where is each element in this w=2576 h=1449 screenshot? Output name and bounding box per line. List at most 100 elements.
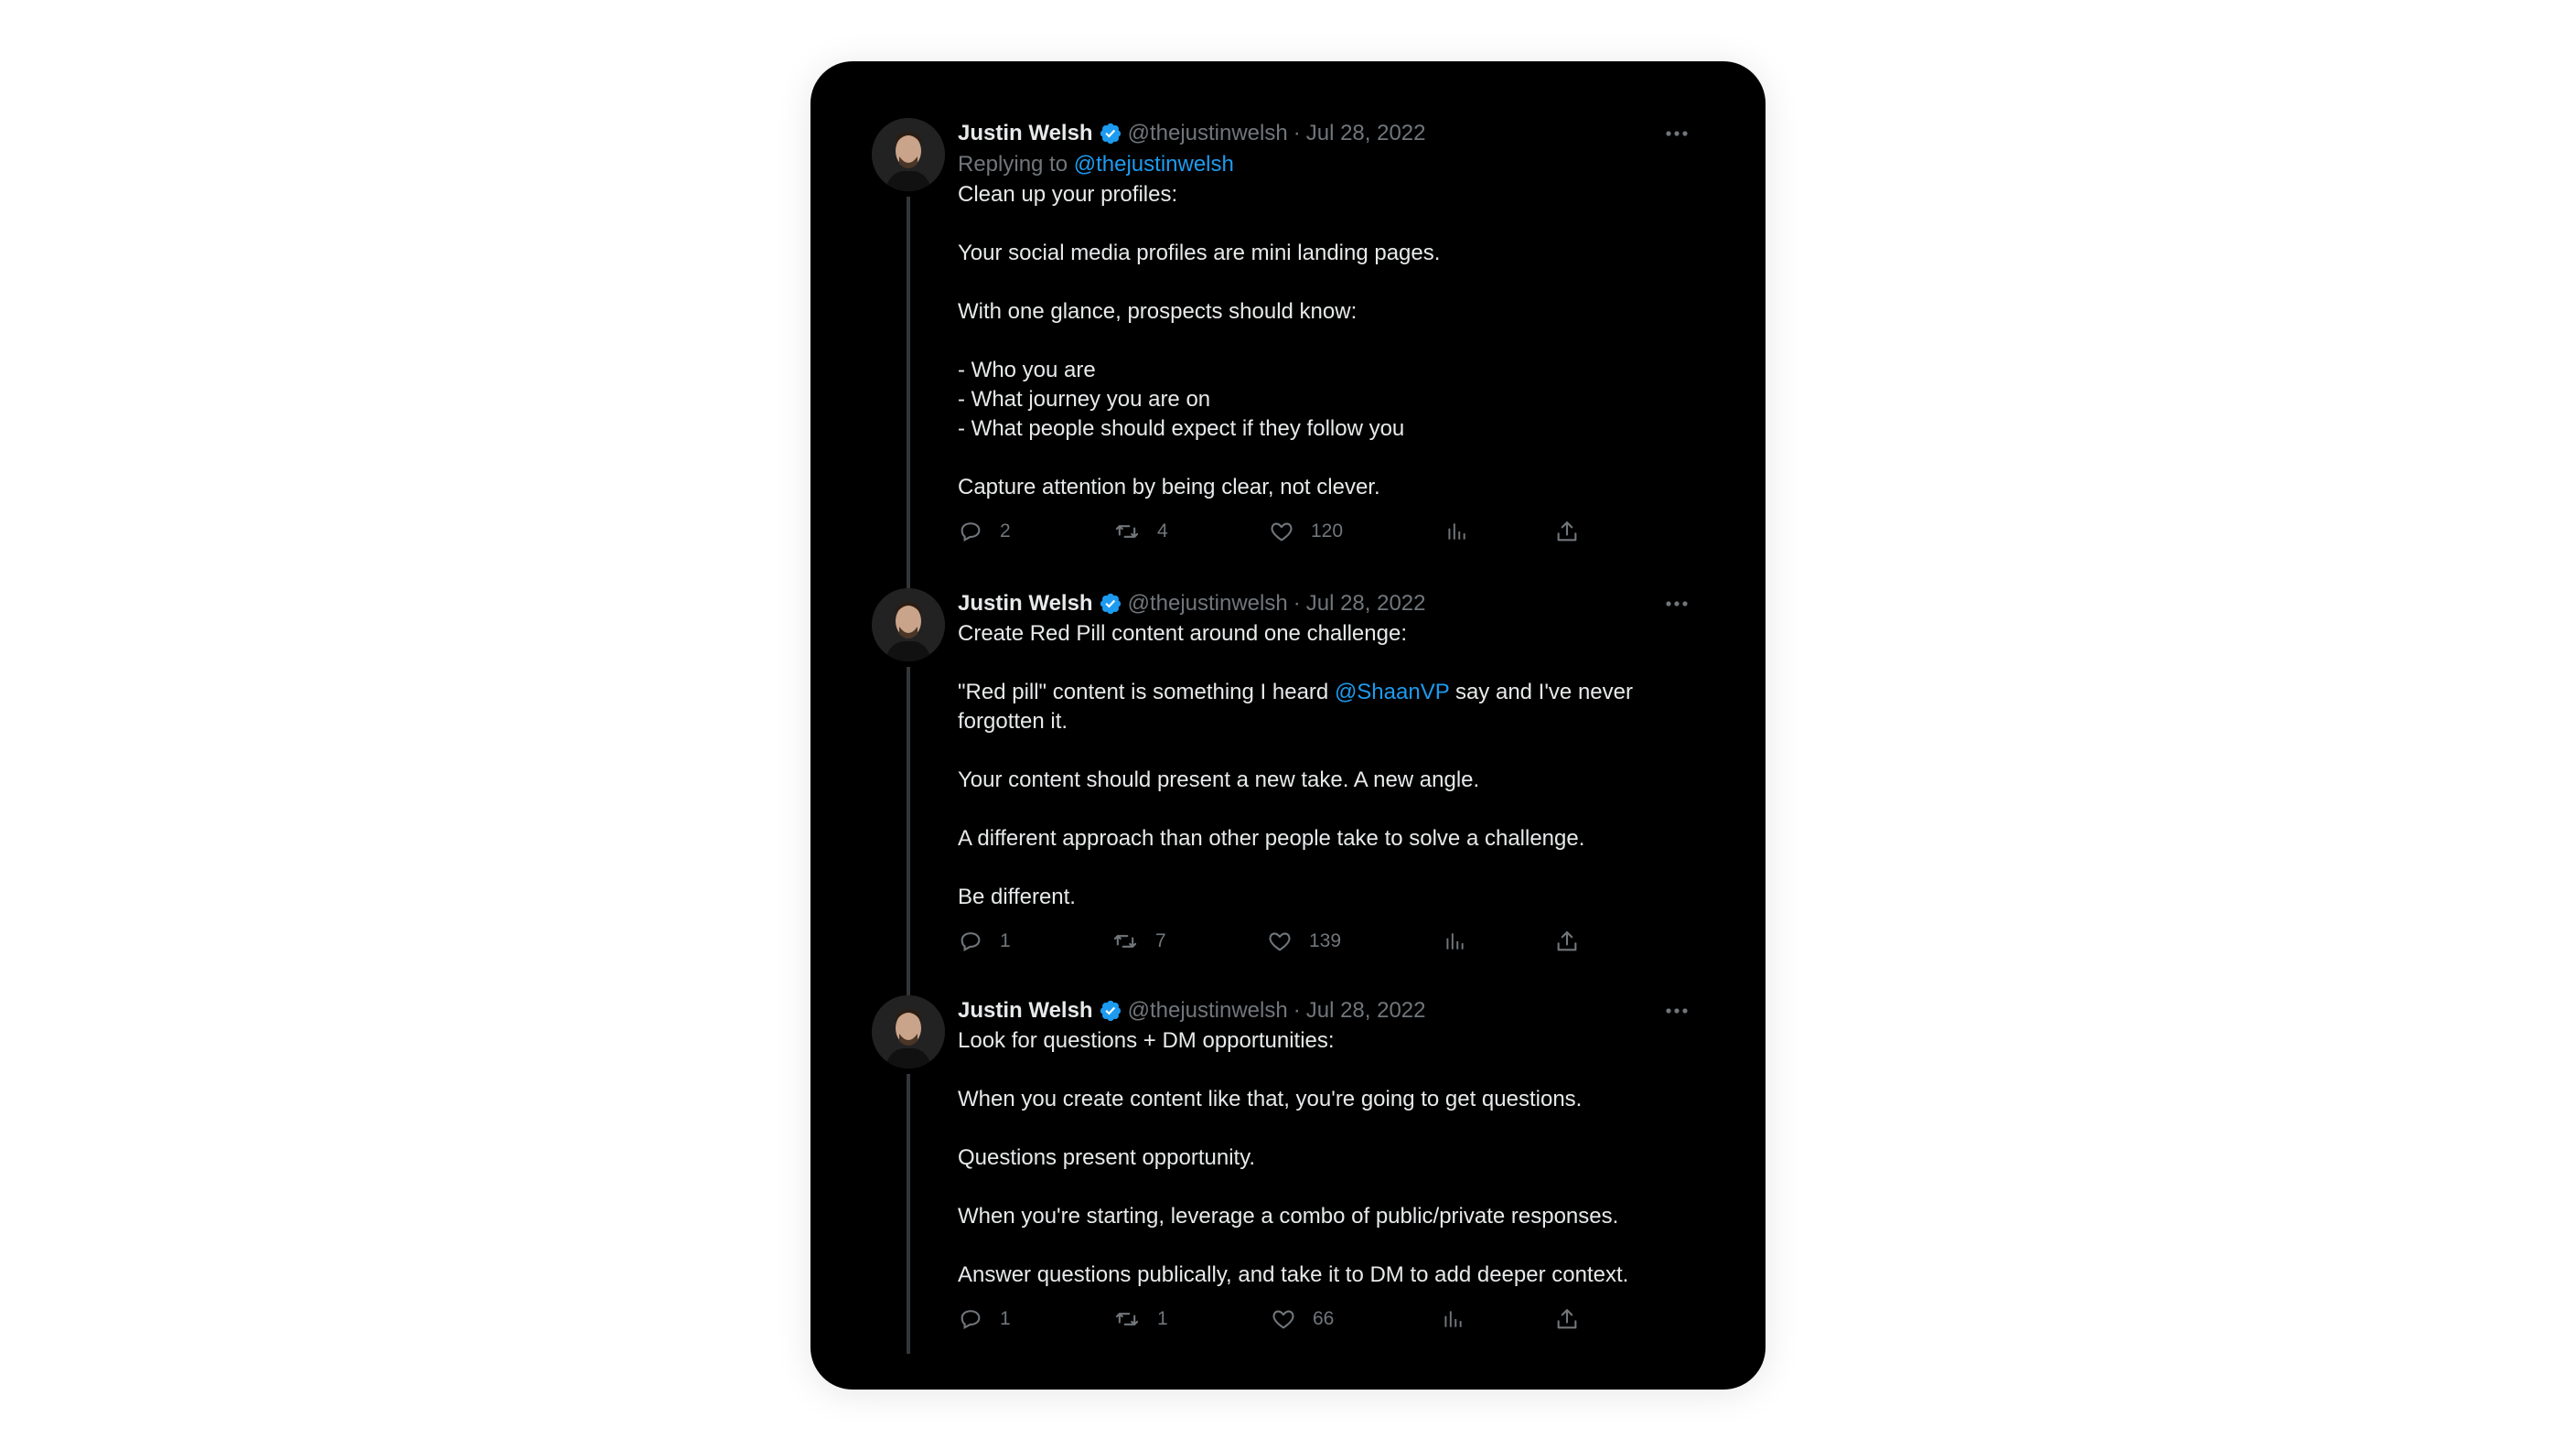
reply-icon (961, 1310, 981, 1329)
tweet-header: Justin Welsh @thejustinwelsh · Jul 28, 2… (958, 995, 1699, 1026)
reply-icon (961, 522, 981, 542)
tweet-text: Clean up your profiles: Your social medi… (958, 180, 1699, 502)
reply-button[interactable]: 1 (958, 923, 1011, 960)
verified-badge-icon (1099, 999, 1122, 1023)
more-icon[interactable] (1658, 118, 1695, 149)
like-icon (1272, 1310, 1294, 1329)
tweet-line: When you create content like that, you'r… (958, 1087, 1583, 1111)
tweet-line: Capture attention by being clear, not cl… (958, 475, 1380, 499)
views-button[interactable] (1443, 923, 1466, 960)
tweet-line: Answer questions publically, and take it… (958, 1262, 1629, 1287)
retweet-count: 7 (1155, 930, 1166, 951)
tweet-date[interactable]: Jul 28, 2022 (1306, 996, 1426, 1025)
retweet-icon (1113, 935, 1137, 948)
tweet-1[interactable]: Justin Welsh @thejustinwelsh · Jul 28, 2… (872, 118, 1704, 644)
views-button[interactable] (1441, 1301, 1465, 1337)
tweet-date[interactable]: Jul 28, 2022 (1306, 589, 1426, 618)
tweet-line: Be different. (958, 885, 1076, 909)
tweet-line-text: say and I've never (1449, 680, 1633, 704)
tweet-line: Look for questions + DM opportunities: (958, 1028, 1335, 1053)
tweet-2[interactable]: Justin Welsh @thejustinwelsh · Jul 28, 2… (872, 588, 1704, 1014)
thread-line (907, 1074, 910, 1354)
tweet-line: Clean up your profiles: (958, 182, 1178, 207)
like-button[interactable]: 66 (1271, 1301, 1334, 1337)
tweet-line: forgotten it. (958, 709, 1068, 734)
reply-icon (961, 932, 981, 951)
avatar-image (872, 995, 945, 1068)
retweet-count: 1 (1157, 1308, 1168, 1329)
tweet-content: Justin Welsh @thejustinwelsh · Jul 28, 2… (958, 118, 1699, 550)
tweet-content: Justin Welsh @thejustinwelsh · Jul 28, 2… (958, 588, 1699, 960)
separator: · (1293, 121, 1301, 145)
tweet-line-text: "Red pill" content is something I heard (958, 680, 1335, 704)
tweet-line: A different approach than other people t… (958, 826, 1585, 851)
reply-count: 1 (1000, 930, 1011, 951)
tweet-actions: 2 4 120 (958, 513, 1699, 550)
retweet-icon (1115, 525, 1139, 538)
reply-button[interactable]: 2 (958, 513, 1011, 550)
tweet-line: "Red pill" content is something I heard … (958, 678, 1699, 707)
share-button[interactable] (1554, 923, 1580, 960)
avatar[interactable] (872, 118, 945, 191)
author-handle[interactable]: @thejustinwelsh (1128, 119, 1288, 148)
views-icon (1448, 523, 1465, 540)
thread-line (907, 197, 910, 639)
share-button[interactable] (1554, 513, 1580, 550)
retweet-button[interactable]: 7 (1111, 923, 1166, 960)
views-button[interactable] (1444, 513, 1468, 550)
reply-count: 1 (1000, 1308, 1011, 1329)
tweet-thread-card: Justin Welsh @thejustinwelsh · Jul 28, 2… (810, 61, 1766, 1390)
retweet-icon (1115, 1313, 1139, 1326)
avatar[interactable] (872, 588, 945, 661)
tweet-line: Create Red Pill content around one chall… (958, 621, 1407, 646)
reply-count: 2 (1000, 521, 1011, 542)
tweet-3[interactable]: Justin Welsh @thejustinwelsh · Jul 28, 2… (872, 995, 1704, 1370)
more-icon[interactable] (1658, 995, 1695, 1026)
like-count: 139 (1309, 930, 1342, 951)
like-button[interactable]: 139 (1267, 923, 1341, 960)
verified-badge-icon (1099, 592, 1122, 616)
more-icon[interactable] (1658, 588, 1695, 619)
like-icon (1271, 522, 1293, 542)
like-count: 120 (1311, 521, 1344, 542)
tweet-line: With one glance, prospects should know: (958, 299, 1358, 324)
retweet-button[interactable]: 1 (1113, 1301, 1168, 1337)
like-count: 66 (1313, 1308, 1335, 1329)
replying-to: Replying to @thejustinwelsh (958, 149, 1699, 180)
share-icon (1557, 521, 1577, 542)
views-icon (1446, 933, 1464, 950)
separator: · (1293, 998, 1301, 1023)
tweet-content: Justin Welsh @thejustinwelsh · Jul 28, 2… (958, 995, 1699, 1337)
verified-badge-icon (1099, 122, 1122, 145)
author-name[interactable]: Justin Welsh (958, 589, 1093, 618)
views-icon (1444, 1311, 1462, 1327)
avatar[interactable] (872, 995, 945, 1068)
tweet-text: Create Red Pill content around one chall… (958, 619, 1699, 912)
like-icon (1269, 932, 1291, 951)
tweet-date[interactable]: Jul 28, 2022 (1306, 119, 1426, 148)
like-button[interactable]: 120 (1269, 513, 1343, 550)
author-handle[interactable]: @thejustinwelsh (1128, 589, 1288, 618)
avatar-image (872, 118, 945, 191)
reply-button[interactable]: 1 (958, 1301, 1011, 1337)
tweet-line: - What people should expect if they foll… (958, 416, 1405, 441)
retweet-button[interactable]: 4 (1113, 513, 1168, 550)
author-name[interactable]: Justin Welsh (958, 996, 1093, 1025)
tweet-actions: 1 7 139 (958, 923, 1699, 960)
replying-to-link[interactable]: @thejustinwelsh (1074, 152, 1234, 177)
share-button[interactable] (1554, 1301, 1580, 1337)
thread-line (907, 667, 910, 1014)
tweet-line: - Who you are (958, 358, 1096, 382)
tweet-line: Your social media profiles are mini land… (958, 241, 1441, 265)
tweet-header: Justin Welsh @thejustinwelsh · Jul 28, 2… (958, 118, 1699, 149)
avatar-image (872, 588, 945, 661)
mention-link[interactable]: @ShaanVP (1335, 680, 1449, 704)
retweet-count: 4 (1157, 521, 1168, 542)
tweet-text: Look for questions + DM opportunities: W… (958, 1026, 1699, 1290)
share-icon (1557, 931, 1577, 951)
replying-prefix: Replying to (958, 152, 1074, 177)
tweet-line: Questions present opportunity. (958, 1145, 1256, 1170)
author-name[interactable]: Justin Welsh (958, 119, 1093, 148)
tweet-line: Your content should present a new take. … (958, 767, 1480, 792)
author-handle[interactable]: @thejustinwelsh (1128, 996, 1288, 1025)
